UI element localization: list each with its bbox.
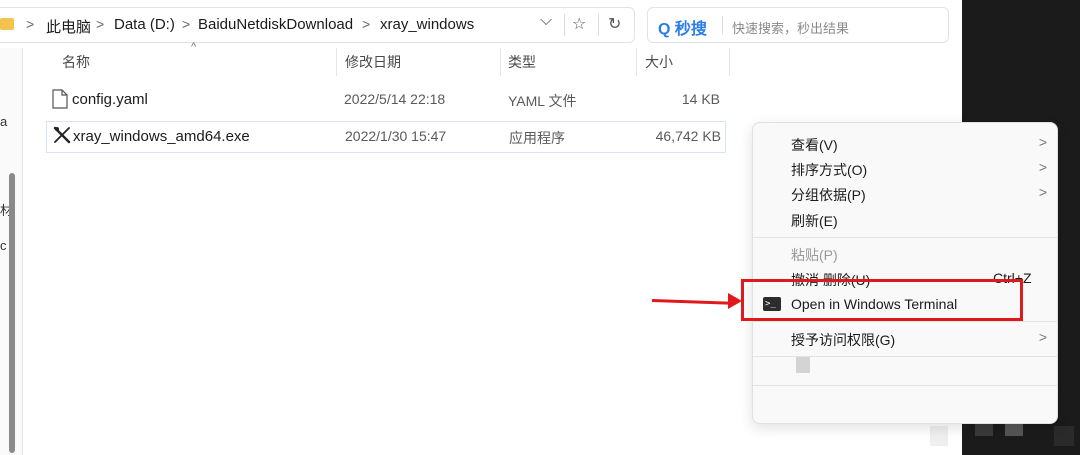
annotation-arrow-head bbox=[728, 293, 742, 309]
star-icon[interactable]: ☆ bbox=[572, 14, 586, 34]
toolbar: > 此电脑 > Data (D:) > BaiduNetdiskDownload… bbox=[0, 0, 962, 48]
breadcrumb-separator: > bbox=[26, 16, 35, 32]
column-divider[interactable] bbox=[636, 48, 637, 76]
divider bbox=[564, 14, 565, 36]
file-name: config.yaml bbox=[72, 91, 148, 108]
column-divider[interactable] bbox=[729, 48, 730, 76]
menu-item-refresh[interactable]: 刷新(E) bbox=[791, 211, 838, 231]
breadcrumb-baidu-download[interactable]: BaiduNetdiskDownload bbox=[198, 16, 353, 33]
scrollbar-thumb[interactable] bbox=[9, 173, 15, 453]
column-header-name[interactable]: 名称 bbox=[62, 52, 90, 72]
menu-item-grant-access[interactable]: 授予访问权限(G) bbox=[791, 330, 895, 350]
column-header-size[interactable]: 大小 bbox=[645, 52, 673, 72]
chevron-right-icon: > bbox=[1038, 159, 1047, 175]
menu-item-group-by[interactable]: 分组依据(P) bbox=[791, 185, 866, 205]
file-type: YAML 文件 bbox=[508, 93, 577, 109]
mosaic-tile bbox=[1054, 426, 1074, 446]
breadcrumb-data-drive[interactable]: Data (D:) bbox=[114, 16, 175, 33]
chevron-right-icon: > bbox=[1038, 134, 1047, 150]
file-row-xray-exe[interactable]: xray_windows_amd64.exe 2022/1/30 15:47 应… bbox=[46, 121, 726, 153]
chevron-down-icon[interactable]: ⌵ bbox=[540, 12, 552, 30]
menu-separator bbox=[753, 237, 1057, 238]
navigation-pane-edge: a 材 c bbox=[0, 48, 23, 455]
breadcrumb-separator: > bbox=[96, 16, 105, 32]
nav-item-fragment[interactable]: a bbox=[0, 114, 7, 129]
refresh-icon[interactable]: ↻ bbox=[608, 14, 621, 34]
menu-item-paste: 粘贴(P) bbox=[791, 247, 838, 263]
column-divider[interactable] bbox=[336, 48, 337, 76]
mosaic-tile bbox=[796, 357, 810, 373]
search-placeholder: 快速搜索，秒出结果 bbox=[732, 21, 850, 36]
breadcrumb-this-pc[interactable]: 此电脑 bbox=[46, 16, 91, 37]
divider bbox=[598, 14, 599, 36]
column-header-date[interactable]: 修改日期 bbox=[345, 52, 401, 72]
menu-item-view[interactable]: 查看(V) bbox=[791, 135, 838, 155]
context-menu: 查看(V) > 排序方式(O) > 分组依据(P) > 刷新(E) 粘贴(P) … bbox=[752, 122, 1058, 424]
breadcrumb-separator: > bbox=[362, 16, 371, 32]
file-date: 2022/1/30 15:47 bbox=[345, 128, 447, 144]
menu-separator bbox=[753, 321, 1057, 322]
file-size: 14 KB bbox=[681, 91, 720, 107]
address-bar[interactable]: > 此电脑 > Data (D:) > BaiduNetdiskDownload… bbox=[0, 7, 635, 43]
breadcrumb-separator: > bbox=[182, 16, 191, 32]
breadcrumb-xray-windows[interactable]: xray_windows bbox=[380, 16, 474, 33]
annotation-highlight-box bbox=[741, 279, 1023, 321]
file-name: xray_windows_amd64.exe bbox=[73, 128, 250, 145]
sort-ascending-icon: ^ bbox=[191, 41, 197, 53]
column-divider[interactable] bbox=[500, 48, 501, 76]
mosaic-tile bbox=[930, 426, 948, 446]
menu-item-sort-by[interactable]: 排序方式(O) bbox=[791, 160, 867, 180]
exe-icon bbox=[53, 126, 71, 144]
file-row-config-yaml[interactable]: config.yaml 2022/5/14 22:18 YAML 文件 14 K… bbox=[46, 85, 724, 115]
divider bbox=[722, 16, 723, 34]
document-icon bbox=[52, 89, 68, 109]
file-date: 2022/5/14 22:18 bbox=[344, 91, 446, 107]
menu-separator bbox=[753, 385, 1057, 386]
annotation-arrow bbox=[651, 299, 733, 305]
chevron-right-icon: > bbox=[1038, 184, 1047, 200]
column-header-type[interactable]: 类型 bbox=[508, 52, 536, 72]
file-type: 应用程序 bbox=[509, 130, 565, 146]
chevron-right-icon: > bbox=[1038, 329, 1047, 345]
nav-item-fragment[interactable]: c bbox=[0, 238, 7, 253]
folder-icon bbox=[0, 18, 14, 30]
search-box[interactable]: Q 秒搜 快速搜索，秒出结果 bbox=[647, 7, 949, 43]
file-size: 46,742 KB bbox=[655, 128, 721, 144]
search-brand-label: Q 秒搜 bbox=[658, 21, 707, 38]
